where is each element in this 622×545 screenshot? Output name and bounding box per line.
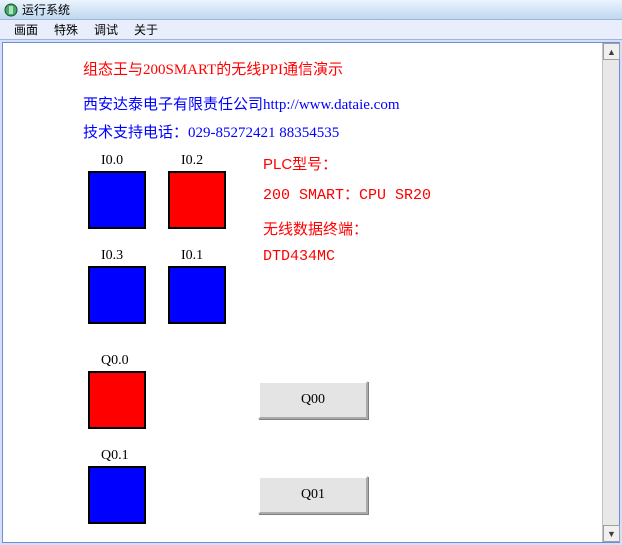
label-i03: I0.3	[101, 248, 123, 264]
menu-picture[interactable]: 画面	[6, 19, 46, 40]
client-area: 组态王与200SMART的无线PPI通信演示 西安达泰电子有限责任公司http:…	[2, 42, 620, 543]
button-q01[interactable]: Q01	[258, 476, 368, 514]
menu-special[interactable]: 特殊	[46, 19, 86, 40]
plc-model-value: 200 SMART：CPU SR20	[263, 183, 431, 204]
app-icon	[4, 3, 18, 17]
menubar: 画面 特殊 调试 关于	[0, 20, 622, 40]
scroll-up-icon[interactable]: ▲	[603, 43, 620, 60]
label-i00: I0.0	[101, 153, 123, 169]
indicator-i00	[88, 171, 146, 229]
button-q01-label: Q01	[301, 487, 325, 503]
page-title: 组态王与200SMART的无线PPI通信演示	[83, 58, 343, 79]
indicator-i01	[168, 266, 226, 324]
plc-model-label: PLC型号：	[263, 153, 337, 174]
label-i02: I0.2	[181, 153, 203, 169]
indicator-i03	[88, 266, 146, 324]
scroll-down-icon[interactable]: ▼	[603, 525, 620, 542]
menu-debug[interactable]: 调试	[86, 19, 126, 40]
vertical-scrollbar[interactable]: ▲ ▼	[602, 43, 619, 542]
label-q01: Q0.1	[101, 448, 129, 464]
wireless-value: DTD434MC	[263, 248, 335, 265]
window-title: 运行系统	[22, 1, 70, 18]
label-i01: I0.1	[181, 248, 203, 264]
company-info: 西安达泰电子有限责任公司http://www.dataie.com	[83, 93, 400, 114]
button-q00-label: Q00	[301, 392, 325, 408]
support-phone: 技术支持电话：029-85272421 88354535	[83, 121, 339, 142]
button-q00[interactable]: Q00	[258, 381, 368, 419]
indicator-i02	[168, 171, 226, 229]
menu-about[interactable]: 关于	[126, 19, 166, 40]
wireless-label: 无线数据终端：	[263, 218, 368, 239]
indicator-q01	[88, 466, 146, 524]
titlebar: 运行系统	[0, 0, 622, 20]
label-q00: Q0.0	[101, 353, 129, 369]
indicator-q00	[88, 371, 146, 429]
